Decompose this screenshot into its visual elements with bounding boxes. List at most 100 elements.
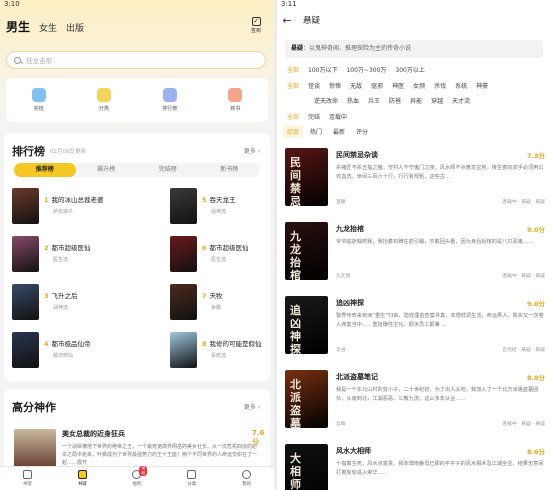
user-icon — [242, 470, 252, 479]
filter-option[interactable]: 300万以上 — [395, 65, 424, 74]
filter-option[interactable]: 无敌 — [350, 81, 362, 90]
tab-rising[interactable]: 飙升榜 — [76, 163, 138, 177]
new-book-icon — [228, 88, 243, 102]
welfare-badge: 领取 — [139, 466, 147, 476]
filter-all[interactable]: 全部 — [287, 65, 299, 74]
featured-score: 7.6分 — [252, 429, 265, 446]
filter-option[interactable]: 神豪 — [476, 81, 488, 90]
book-cover-title: 追凶神探 — [290, 304, 301, 354]
sort-latest[interactable]: 最新 — [329, 125, 349, 138]
sort-tabs: 综合 热门 最新 评分 — [283, 125, 372, 138]
filter-all[interactable]: 全部 — [287, 112, 299, 121]
category-title: 悬疑 — [303, 16, 321, 26]
tab-finished[interactable]: 完结榜 — [137, 163, 199, 177]
search-input[interactable]: 狂龙击帝 — [6, 51, 266, 69]
featured-more-link[interactable]: 更多 › — [244, 402, 260, 411]
nav-bookshelf[interactable]: 书架 — [22, 470, 32, 487]
featured-title: 高分神作 — [12, 401, 56, 414]
tab-recommend[interactable]: 推荐榜 — [14, 163, 76, 177]
ranking-book-author: 系统流 — [211, 353, 227, 359]
filter-all[interactable]: 全部 — [287, 81, 299, 90]
filter-option[interactable]: 100万~300万 — [346, 65, 386, 74]
filter-option[interactable]: 连载中 — [329, 112, 347, 121]
nav-bookstore[interactable]: 书城 — [77, 470, 87, 487]
filter-option[interactable]: 杀伐 — [434, 81, 446, 90]
ranking-item[interactable]: 2 都市超级医仙 医生流 — [12, 236, 134, 272]
book-score: 8.6分 — [526, 448, 545, 456]
nav-welfare[interactable]: 领取 福利 — [132, 466, 147, 487]
ranking-item[interactable]: 8 我修的可能是假仙 系统流 — [170, 332, 274, 368]
filter-option[interactable]: 逆天改命 — [314, 96, 338, 105]
ranking-card: 排行榜 02月09日更新 更多 › 推荐榜 飙升榜 完结榜 新书榜 1 我的冰山总… — [4, 133, 270, 381]
book-title: 北派盗墓笔记 — [336, 373, 378, 381]
book-item[interactable]: 九龙抬棺 九龙抬棺 9.0分 爷爷临逝嘱咐我，我抬着石碑在前引路，不敢回头看，因为身后… — [285, 222, 545, 288]
tab-male[interactable]: 男生 — [6, 18, 30, 35]
ranking-book-author: 争霸 — [211, 305, 222, 311]
tab-female[interactable]: 女生 — [39, 21, 57, 34]
filter-row: 逆天改命 热血 兵王 防爸 异能 穿越 天才流 — [287, 96, 470, 105]
quick-entry-category[interactable]: 分类 — [96, 88, 111, 112]
ranking-number: 7 — [202, 292, 207, 300]
quick-entry-new[interactable]: 新书 — [228, 88, 243, 112]
signin-label: 签到 — [250, 28, 261, 34]
filter-option[interactable]: 异能 — [410, 96, 422, 105]
quick-entry-finished[interactable]: 完结 — [31, 88, 46, 112]
filter-option[interactable]: 完结 — [308, 112, 320, 121]
filter-option[interactable]: 天才流 — [452, 96, 470, 105]
filter-option[interactable]: 驱邪 — [371, 81, 383, 90]
signin-button[interactable]: ✓ 签到 — [248, 17, 264, 34]
filter-option[interactable]: 怪谈 — [308, 81, 320, 90]
ranking-item-title: 4 都市极品仙帝 — [44, 338, 134, 348]
ranking-more-link[interactable]: 更多 › — [244, 146, 260, 155]
ranking-number: 2 — [44, 244, 49, 252]
ranking-item[interactable]: 6 都市超级医仙 医生流 — [170, 236, 274, 272]
filter-option[interactable]: 防爸 — [389, 96, 401, 105]
ranking-item-info: 2 都市超级医仙 医生流 — [44, 236, 134, 272]
book-meta: 云峰 连载中 · 悬疑 · 悬疑 — [336, 420, 545, 427]
book-cover-title: 大相师 — [290, 452, 301, 490]
book-tags: 连载中 · 悬疑 · 悬疑 — [502, 274, 545, 279]
book-item[interactable]: 追凶神探 追凶神探 9.0分 警界传奇来到洲“重生”归来，隐姓埋名查案寻真，本想低调生… — [285, 296, 545, 362]
book-meta: 百联 连载中 · 悬疑 · 悬疑 — [336, 198, 545, 205]
bookstore-panel: 3:10 男生 女生 出版 ✓ 签到 狂龙击帝 完结 分类 排行榜 新书 排行榜… — [0, 0, 274, 490]
sort-hot[interactable]: 热门 — [306, 125, 326, 138]
search-placeholder: 狂龙击帝 — [26, 57, 52, 65]
back-arrow-icon[interactable]: ← — [277, 14, 297, 27]
ranking-book-title: 吞天龙王 — [209, 196, 236, 204]
filter-option[interactable]: 穿越 — [431, 96, 443, 105]
sort-composite[interactable]: 综合 — [283, 125, 304, 138]
quick-entry-ranking[interactable]: 排行榜 — [162, 88, 177, 112]
filter-option[interactable]: 系统 — [455, 81, 467, 90]
book-item[interactable]: 北派盗墓 北派盗墓笔记 8.8分 我是一个东北山村的穷小子。二十世纪初，为了出人头地，… — [285, 370, 545, 436]
filter-option[interactable]: 热血 — [347, 96, 359, 105]
filter-option[interactable]: 女频 — [413, 81, 425, 90]
ranking-book-title: 我修的可能是假仙 — [209, 340, 262, 348]
tab-publish[interactable]: 出版 — [66, 21, 84, 34]
ranking-item-info: 8 我修的可能是假仙 系统流 — [202, 332, 274, 368]
ranking-item[interactable]: 7 天牧争霸 — [170, 284, 274, 320]
book-cover: 九龙抬棺 — [285, 222, 328, 280]
category-header: ← 悬疑 — [277, 9, 551, 31]
filter-option[interactable]: 兵王 — [368, 96, 380, 105]
ranking-item[interactable]: 5 吞天龙王 战神流 — [170, 188, 274, 224]
sort-rating[interactable]: 评分 — [352, 125, 372, 138]
quick-entry-label: 分类 — [98, 106, 109, 112]
ranking-item[interactable]: 3 飞升之后 战神流 — [12, 284, 134, 320]
filter-option[interactable]: 神医 — [392, 81, 404, 90]
book-item[interactable]: 大相师 风水大相师 8.6分 十指算生死，风水点富贵。我本博雨番母已那的平平子的风水相… — [285, 444, 545, 490]
nav-profile[interactable]: 我的 — [242, 470, 252, 487]
filter-option[interactable]: 惊悚 — [329, 81, 341, 90]
ranking-item-title: 2 都市超级医仙 — [44, 242, 134, 252]
nav-category[interactable]: 分类 — [187, 470, 197, 487]
book-cover: 北派盗墓 — [285, 370, 328, 428]
filter-option[interactable]: 100万以下 — [308, 65, 337, 74]
tab-newbook[interactable]: 新书榜 — [199, 163, 261, 177]
book-desc: 警界传奇来到洲“重生”归来，隐姓埋名查案寻真，本想低调生活，命运弄人，陈实又一次… — [336, 313, 544, 328]
featured-desc: 一个战纵横地下世界的绝世之王，一个最死诡高界阴岳的美女社长。从一次危机四伏的必杀… — [62, 444, 258, 466]
book-item[interactable]: 民间禁忌 民间禁忌杂谈 7.3分 杀猪匠不杀五指之猪，守村人不守鬼门之夜。风水师不点黄… — [285, 148, 545, 214]
bottom-nav: 书架 书城 领取 福利 分类 我的 — [0, 466, 274, 490]
featured-book-title: 美女总裁的近身狂兵 — [62, 430, 125, 438]
ranking-item[interactable]: 1 我的冰山总裁老婆 护花浪子 — [12, 188, 134, 224]
ranking-item[interactable]: 4 都市极品仙帝 都市修仙 — [12, 332, 134, 368]
ranking-book-title: 天牧 — [209, 292, 223, 300]
